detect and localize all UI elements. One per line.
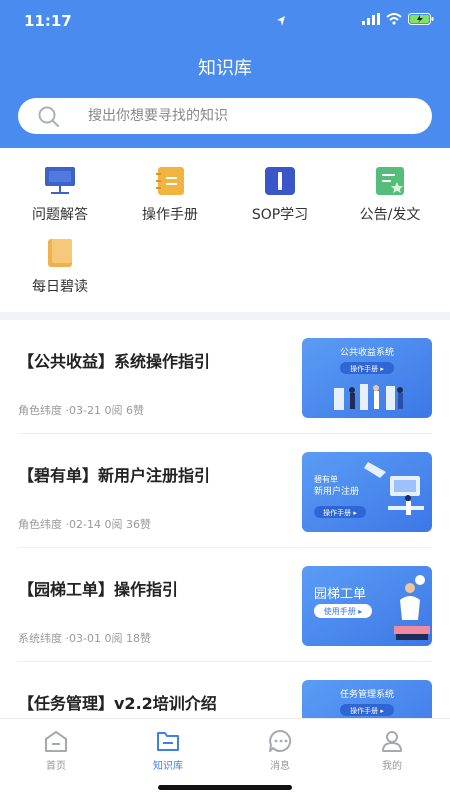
article-meta: 角色纬度 ·03-21 0阅 6赞 (18, 404, 144, 417)
category-label: SOP学习 (251, 207, 309, 223)
article-item[interactable]: 【碧有单】新用户注册指引 角色纬度 ·02-14 0阅 36赞 碧有单 新用户注… (18, 434, 432, 548)
article-title: 【园梯工单】操作指引 (18, 580, 179, 599)
category-grid: 问题解答 操作手册 SOP学习 公告/发文 每日碧读 (0, 148, 450, 312)
signal-icon (362, 13, 380, 25)
article-meta: 系统纬度 ·03-01 0阅 18赞 (18, 632, 151, 645)
tab-home[interactable]: 首页 (0, 729, 112, 772)
chat-icon (269, 729, 292, 752)
section-divider (0, 312, 450, 320)
article-thumbnail: 碧有单 新用户注册 操作手册 ▸ (302, 452, 432, 532)
thumb-title: 任务管理系统 (340, 688, 394, 700)
thumb-button: 操作手册 ▸ (350, 364, 384, 373)
thumb-title: 新用户注册 (314, 485, 359, 497)
category-label: 操作手册 (142, 207, 198, 223)
category-qa[interactable]: 问题解答 (10, 166, 110, 224)
article-thumbnail: 园梯工单 使用手册 ▸ (302, 566, 432, 646)
article-title: 【公共收益】系统操作指引 (18, 352, 211, 371)
thumb-button: 使用手册 ▸ (324, 606, 363, 616)
tab-label: 我的 (382, 761, 402, 772)
search-input[interactable] (88, 98, 408, 134)
status-icons (277, 13, 434, 26)
home-icon (45, 731, 67, 752)
home-indicator (158, 785, 292, 790)
category-label: 每日碧读 (32, 279, 88, 295)
battery-charging-icon (408, 13, 434, 25)
status-bar: 11:17 (0, 0, 450, 44)
search-bar[interactable] (18, 98, 432, 134)
search-icon (38, 106, 59, 127)
thumb-button: 操作手册 ▸ (350, 706, 384, 715)
article-meta: 角色纬度 ·02-14 0阅 36赞 (18, 518, 151, 531)
category-notice[interactable]: 公告/发文 (340, 166, 440, 224)
tab-profile[interactable]: 我的 (336, 729, 448, 772)
category-label: 公告/发文 (359, 207, 421, 223)
category-sop[interactable]: SOP学习 (230, 166, 330, 224)
header: 11:17 知识库 (0, 0, 450, 148)
status-time: 11:17 (24, 12, 72, 30)
daily-book-icon (48, 239, 72, 267)
article-title: 【碧有单】新用户注册指引 (18, 466, 211, 485)
tab-label: 消息 (270, 761, 290, 772)
thumb-title: 公共收益系统 (340, 346, 394, 358)
tab-messages[interactable]: 消息 (224, 729, 336, 772)
monitor-board-icon (45, 167, 75, 194)
article-item[interactable]: 【园梯工单】操作指引 系统纬度 ·03-01 0阅 18赞 园梯工单 使用手册 … (18, 548, 432, 662)
book-icon (265, 167, 295, 195)
category-daily[interactable]: 每日碧读 (10, 238, 110, 296)
notice-star-icon (376, 167, 404, 195)
wifi-icon (386, 13, 402, 25)
article-title: 【任务管理】v2.2培训介绍 (18, 694, 217, 713)
tab-label: 知识库 (153, 761, 183, 772)
category-manual[interactable]: 操作手册 (120, 166, 220, 224)
folder-icon (157, 732, 179, 751)
article-thumbnail: 公共收益系统 操作手册 ▸ (302, 338, 432, 418)
page-title: 知识库 (198, 58, 252, 79)
tab-knowledge[interactable]: 知识库 (112, 729, 224, 772)
thumb-title: 园梯工单 (314, 587, 366, 602)
article-item[interactable]: 【公共收益】系统操作指引 角色纬度 ·03-21 0阅 6赞 公共收益系统 操作… (18, 320, 432, 434)
notebook-icon (156, 167, 184, 195)
profile-icon (382, 731, 402, 752)
location-arrow-icon (277, 16, 285, 26)
thumb-title: 碧有单 (314, 474, 338, 484)
thumb-button: 操作手册 ▸ (323, 508, 357, 517)
tab-label: 首页 (46, 761, 66, 772)
category-label: 问题解答 (32, 207, 88, 223)
